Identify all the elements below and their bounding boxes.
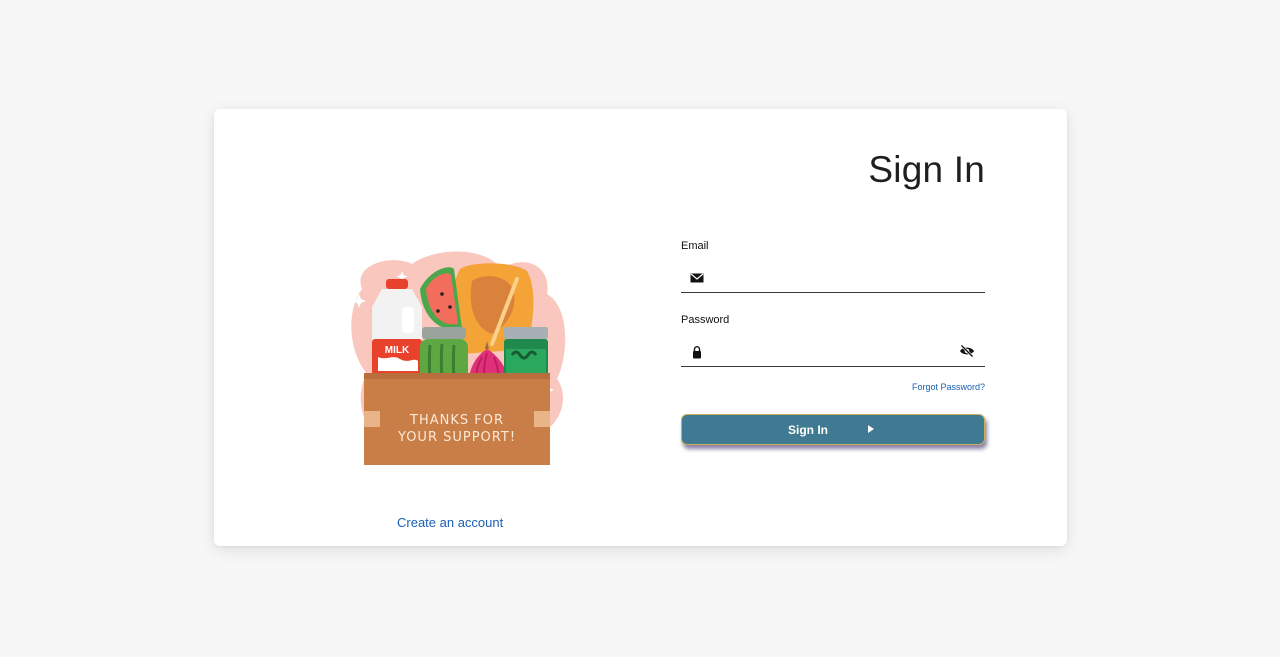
- sign-in-button[interactable]: Sign In: [681, 414, 985, 445]
- password-input[interactable]: [713, 340, 957, 364]
- box-text-line1: THANKS FOR: [409, 413, 504, 428]
- create-account-link[interactable]: Create an account: [397, 515, 503, 530]
- envelope-icon: [690, 273, 704, 283]
- cardboard-box: THANKS FOR YOUR SUPPORT!: [364, 373, 550, 465]
- password-label: Password: [681, 314, 730, 326]
- email-field[interactable]: [681, 262, 985, 293]
- email-label: Email: [681, 240, 709, 252]
- sign-in-button-label: Sign In: [788, 423, 828, 437]
- page-title: Sign In: [868, 149, 985, 190]
- signin-card: MILK THANKS FOR YOUR SUPPORT! Create an …: [214, 109, 1067, 546]
- forgot-password-link[interactable]: Forgot Password?: [912, 382, 985, 392]
- box-text-line2: YOUR SUPPORT!: [397, 430, 516, 445]
- milk-label: MILK: [385, 345, 410, 356]
- groceries-illustration: MILK THANKS FOR YOUR SUPPORT!: [351, 251, 566, 465]
- password-field[interactable]: [681, 336, 985, 367]
- lock-icon: [693, 346, 701, 359]
- play-arrow-icon: [868, 425, 874, 433]
- eye-slash-icon[interactable]: [959, 344, 975, 358]
- milk-bottle: MILK: [372, 279, 422, 379]
- email-input[interactable]: [713, 266, 957, 290]
